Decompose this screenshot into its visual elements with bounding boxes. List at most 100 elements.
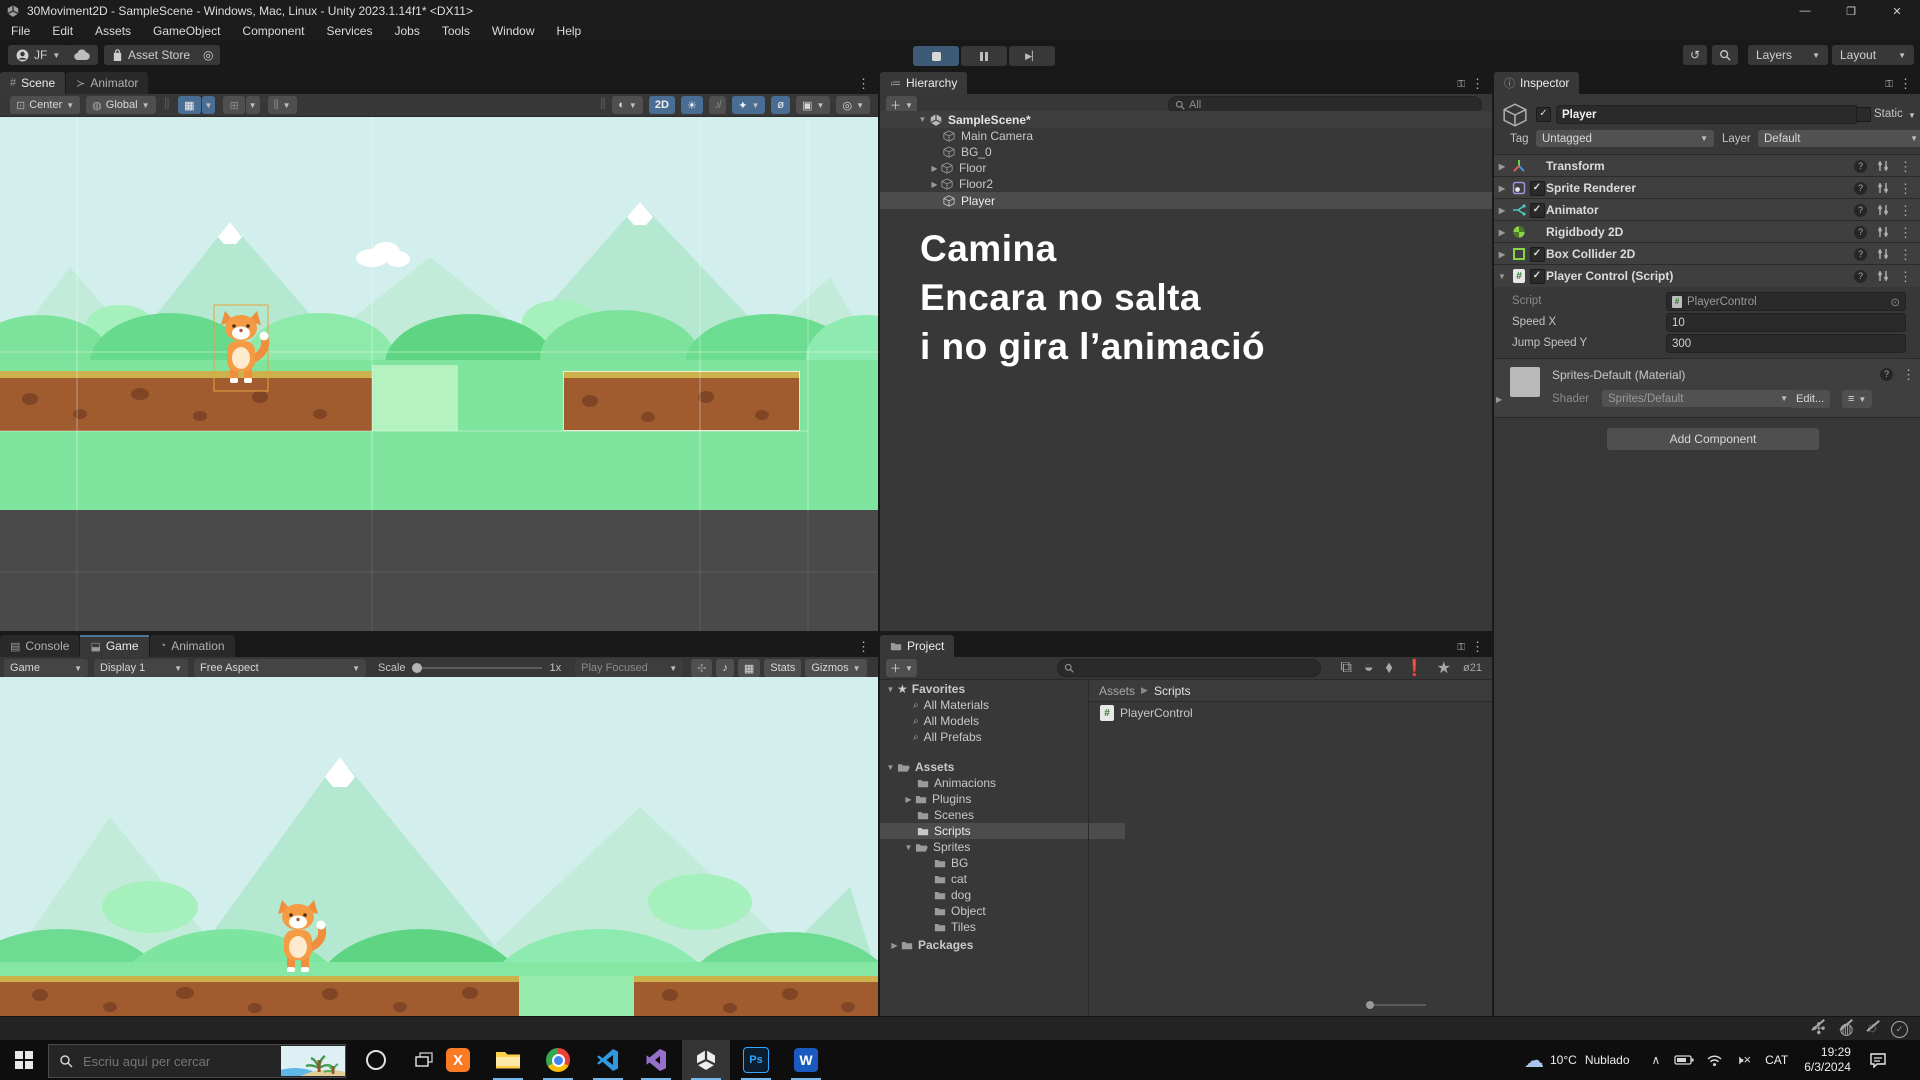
snap-increment-button[interactable]: ⊞ [223,96,244,114]
measure-button[interactable]: ⫼▼ [268,96,297,114]
component-rigidbody2d[interactable]: ▶ Rigidbody 2D ? ⋮ [1494,220,1920,243]
kebab-icon[interactable]: ⋮ [1899,77,1912,90]
play-focused-dropdown[interactable]: Play Focused▼ [575,659,683,677]
enabled-checkbox[interactable]: ✓ [1530,269,1545,284]
restore-button[interactable]: ❐ [1828,0,1874,22]
kebab-icon[interactable]: ⋮ [1899,270,1912,283]
menu-jobs[interactable]: Jobs [383,24,430,38]
project-folder-bg[interactable]: BG [880,855,1142,871]
component-animator[interactable]: ▶ ✓ Animator ? ⋮ [1494,198,1920,221]
foldout-arrow-icon[interactable]: ▶ [1494,184,1510,193]
game-viewport[interactable] [0,677,878,1016]
kebab-icon[interactable]: ⋮ [1899,204,1912,217]
tab-scene[interactable]: # Scene [0,72,65,94]
stats-button[interactable]: Stats [764,659,801,677]
kebab-icon[interactable]: ⋮ [1899,226,1912,239]
kebab-icon[interactable]: ⋮ [857,640,870,653]
hierarchy-row-player[interactable]: Player [880,192,1492,209]
menu-component[interactable]: Component [231,24,315,38]
tag-dropdown[interactable]: Untagged▼ [1536,130,1714,147]
menu-window[interactable]: Window [481,24,546,38]
code-coverage-disabled-icon[interactable]: ✣ [1812,1019,1825,1039]
gizmos-dropdown[interactable]: ◎▼ [836,96,870,114]
foldout-arrow-icon[interactable]: ▼ [1494,272,1510,281]
preset-icon[interactable] [1877,248,1889,260]
step-button[interactable]: ▶▏ [1009,46,1055,66]
material-list-dropdown[interactable]: ≡▼ [1842,390,1872,408]
kebab-icon[interactable]: ⋮ [1471,640,1484,653]
project-folder-tiles[interactable]: Tiles [880,919,1142,935]
taskbar-app-photoshop[interactable]: Ps [732,1040,780,1080]
hierarchy-row-scene[interactable]: ▼ SampleScene* [880,111,1492,128]
vsync-button[interactable]: ▦ [738,659,760,677]
display-target-dropdown[interactable]: Game▼ [4,659,88,677]
aspect-ratio-dropdown[interactable]: Free Aspect▼ [194,659,366,677]
foldout-arrow-icon[interactable]: ▶ [1494,228,1510,237]
speed-x-field[interactable]: 10 [1666,313,1906,332]
cortana-button[interactable] [352,1040,400,1080]
notification-center-icon[interactable] [1869,1052,1887,1068]
grid-snapping-dropdown[interactable]: ▼ [202,96,216,114]
wifi-icon[interactable] [1706,1053,1723,1067]
clock[interactable]: 19:29 6/3/2024 [1804,1045,1851,1075]
foldout-arrow-icon[interactable]: ▼ [916,115,929,124]
tool-handle-pivot-dropdown[interactable]: ⊡ Center ▼ [10,96,80,114]
volume-muted-icon[interactable]: 🕨× [1735,1052,1751,1068]
menu-assets[interactable]: Assets [84,24,142,38]
hierarchy-row-main-camera[interactable]: Main Camera [880,128,1492,144]
preset-icon[interactable] [1877,160,1889,172]
global-search-button[interactable] [1712,45,1738,65]
project-fav-all-materials[interactable]: ⌕ All Materials [880,697,1121,713]
tool-handle-rotation-dropdown[interactable]: ◍ Global ▼ [86,96,155,114]
project-packages[interactable]: ▶ Packages [880,937,1096,953]
project-folder-dog[interactable]: dog [880,887,1142,903]
taskbar-search[interactable] [48,1044,346,1078]
enabled-checkbox[interactable]: ✓ [1530,203,1545,218]
asset-store-dropdown[interactable]: Asset Store ▼ [104,45,211,65]
taskbar-app-xampp[interactable]: X [434,1040,482,1080]
layout-dropdown[interactable]: Layout ▼ [1832,45,1914,65]
search-input[interactable] [81,1053,281,1070]
file-playercontrol[interactable]: # PlayerControl [1100,705,1300,721]
weather-temp[interactable]: 10°C [1550,1053,1577,1067]
help-icon[interactable]: ? [1854,248,1867,261]
lock-icon[interactable]: ⚿ [1457,79,1465,90]
project-search-input[interactable] [1057,659,1321,677]
weather-desc[interactable]: Nublado [1585,1053,1630,1067]
scale-slider-track[interactable] [422,667,542,669]
cloud-button[interactable] [66,45,98,65]
taskbar-app-vscode[interactable] [584,1040,632,1080]
scene-lighting-button[interactable]: ☀ [681,96,703,114]
help-icon[interactable]: ? [1854,160,1867,173]
taskbar-app-word[interactable]: W [782,1040,830,1080]
component-sprite-renderer[interactable]: ▶ ✓ Sprite Renderer ? ⋮ [1494,176,1920,199]
kebab-icon[interactable]: ⋮ [1899,160,1912,173]
language-indicator[interactable]: CAT [1765,1053,1788,1067]
help-icon[interactable]: ? [1854,182,1867,195]
static-checkbox[interactable] [1856,107,1871,122]
preset-icon[interactable] [1877,204,1889,216]
shader-dropdown[interactable]: Sprites/Default▼ [1602,390,1794,407]
gizmos-toggle-dropdown[interactable]: Gizmos▼ [805,659,866,677]
project-split-divider[interactable] [1088,680,1089,1016]
kebab-icon[interactable]: ⋮ [1899,248,1912,261]
tab-animator[interactable]: ≻ Animator [66,72,148,94]
scene-audio-button[interactable]: ♪̸ [709,96,727,114]
menu-tools[interactable]: Tools [431,24,481,38]
menu-help[interactable]: Help [546,24,593,38]
grid-snapping-button[interactable]: ▦ [178,96,200,114]
component-player-control[interactable]: ▼ # ✓ Player Control (Script) ? ⋮ [1494,264,1920,287]
foldout-arrow-icon[interactable]: ▶ [1494,250,1510,259]
account-dropdown[interactable]: JF ▼ [8,45,68,65]
project-folder-cat[interactable]: cat [880,871,1142,887]
camera-settings-dropdown[interactable]: ▣▼ [796,96,830,114]
mute-audio-button[interactable]: ♪ [716,659,734,677]
hierarchy-row-bg0[interactable]: BG_0 [880,144,1492,160]
project-folder-object[interactable]: Object [880,903,1142,919]
scale-slider-knob[interactable] [412,663,422,673]
kebab-icon[interactable]: ⋮ [1471,77,1484,90]
shading-mode-dropdown[interactable]: ◐▼ [612,96,643,114]
foldout-arrow-icon[interactable]: ▶ [1494,162,1510,171]
minimize-button[interactable]: — [1782,0,1828,22]
project-favorites[interactable]: ▼★ Favorites [880,681,1092,697]
